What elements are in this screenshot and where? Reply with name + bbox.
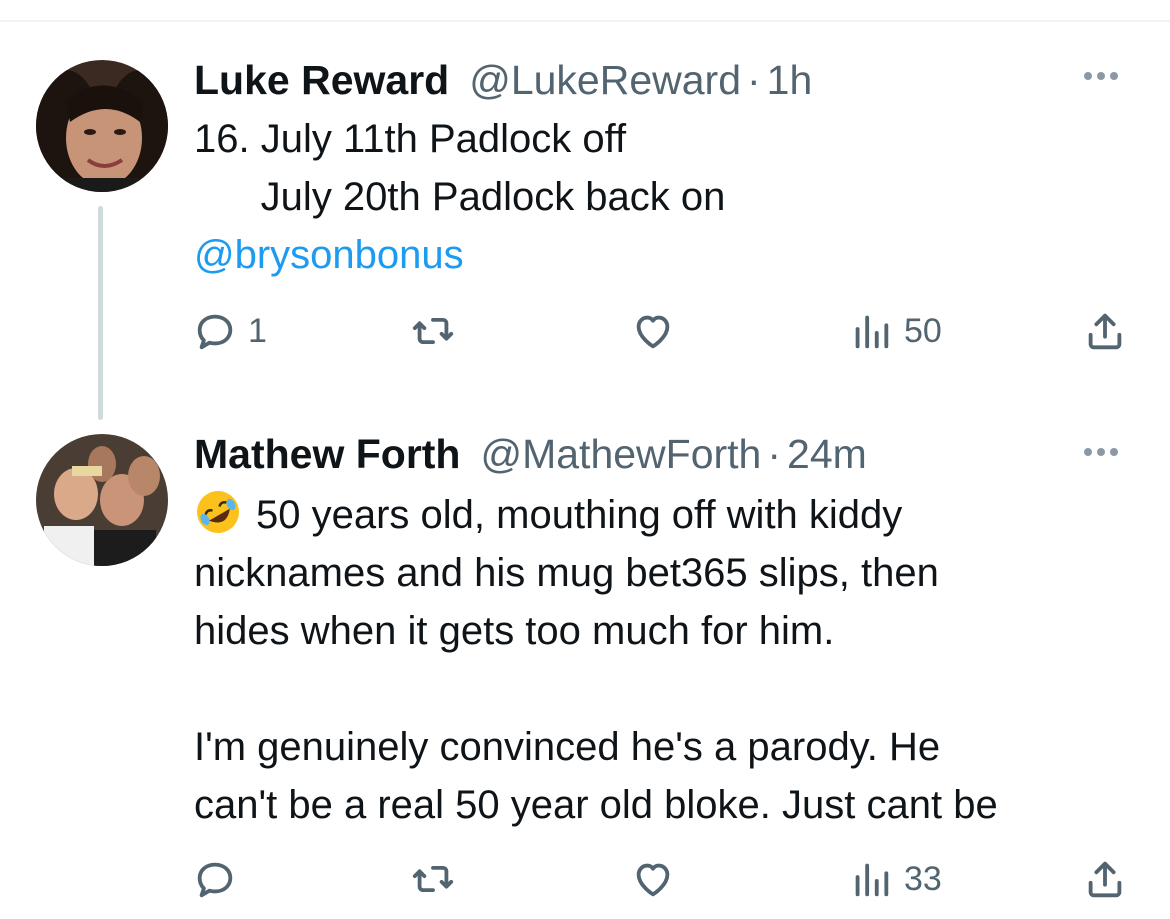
tweet-text-line — [194, 660, 998, 718]
tweet-text-line: 50 years old, mouthing off with kiddy — [194, 486, 998, 544]
reply-icon — [197, 862, 233, 898]
separator-dot: · — [747, 57, 761, 103]
author-name[interactable]: Luke Reward — [194, 56, 449, 104]
retweet-button[interactable] — [410, 308, 456, 354]
rolling-on-floor-laughing-emoji — [197, 491, 239, 533]
views-button[interactable]: 33 — [848, 856, 942, 902]
tweet-text-segment: 50 years old, mouthing off with kiddy — [256, 493, 903, 537]
share-button[interactable] — [1082, 308, 1128, 354]
tweet-text-line: hides when it gets too much for him. — [194, 609, 835, 653]
timestamp[interactable]: 1h — [767, 56, 813, 104]
author-handle[interactable]: @MathewForth — [480, 430, 761, 478]
more-options-icon[interactable] — [1084, 448, 1118, 456]
avatar-luke-reward[interactable] — [36, 60, 168, 192]
reply-button[interactable]: 1 — [192, 308, 267, 354]
share-icon — [1088, 313, 1122, 350]
share-button[interactable] — [1082, 856, 1128, 902]
like-icon — [636, 315, 670, 349]
share-icon — [1088, 861, 1122, 898]
separator-dot: · — [767, 431, 782, 477]
mention-link[interactable]: @brysonbonus — [194, 226, 725, 284]
views-count: 33 — [904, 859, 942, 898]
views-button[interactable]: 50 — [848, 308, 942, 354]
tweet-header: Luke Reward @LukeReward · 1h — [194, 56, 812, 104]
retweet-button[interactable] — [410, 856, 456, 902]
retweet-icon — [412, 865, 454, 893]
tweet-text-line: can't be a real 50 year old bloke. Just … — [194, 783, 998, 827]
views-count: 50 — [904, 311, 942, 350]
tweet-header: Mathew Forth @MathewForth · 24m — [194, 430, 867, 478]
views-icon — [855, 315, 889, 349]
tweet-text: 50 years old, mouthing off with kiddy nic… — [194, 486, 998, 834]
author-name[interactable]: Mathew Forth — [194, 430, 460, 478]
tweet-text-line: I'm genuinely convinced he's a parody. H… — [194, 725, 941, 769]
like-icon — [636, 863, 670, 897]
tweet-actions: 33 — [0, 856, 1170, 906]
reply-button[interactable] — [192, 856, 248, 902]
top-divider — [0, 20, 1170, 22]
reply-count: 1 — [248, 311, 267, 350]
views-icon — [855, 863, 889, 897]
tweet-actions: 1 50 — [0, 308, 1170, 358]
like-button[interactable] — [630, 856, 676, 902]
author-handle[interactable]: @LukeReward — [469, 56, 741, 104]
like-button[interactable] — [630, 308, 676, 354]
timestamp[interactable]: 24m — [787, 430, 867, 478]
reply-icon — [197, 314, 233, 350]
tweet-text: 16. July 11th Padlock off July 20th Padl… — [194, 110, 725, 284]
more-options-icon[interactable] — [1084, 72, 1118, 80]
avatar-mathew-forth[interactable] — [36, 434, 168, 566]
tweet-text-line: 16. July 11th Padlock off — [194, 117, 627, 161]
tweet-text-line: nicknames and his mug bet365 slips, then — [194, 551, 939, 595]
tweet-text-line: July 20th Padlock back on — [194, 175, 726, 219]
retweet-icon — [412, 317, 454, 345]
